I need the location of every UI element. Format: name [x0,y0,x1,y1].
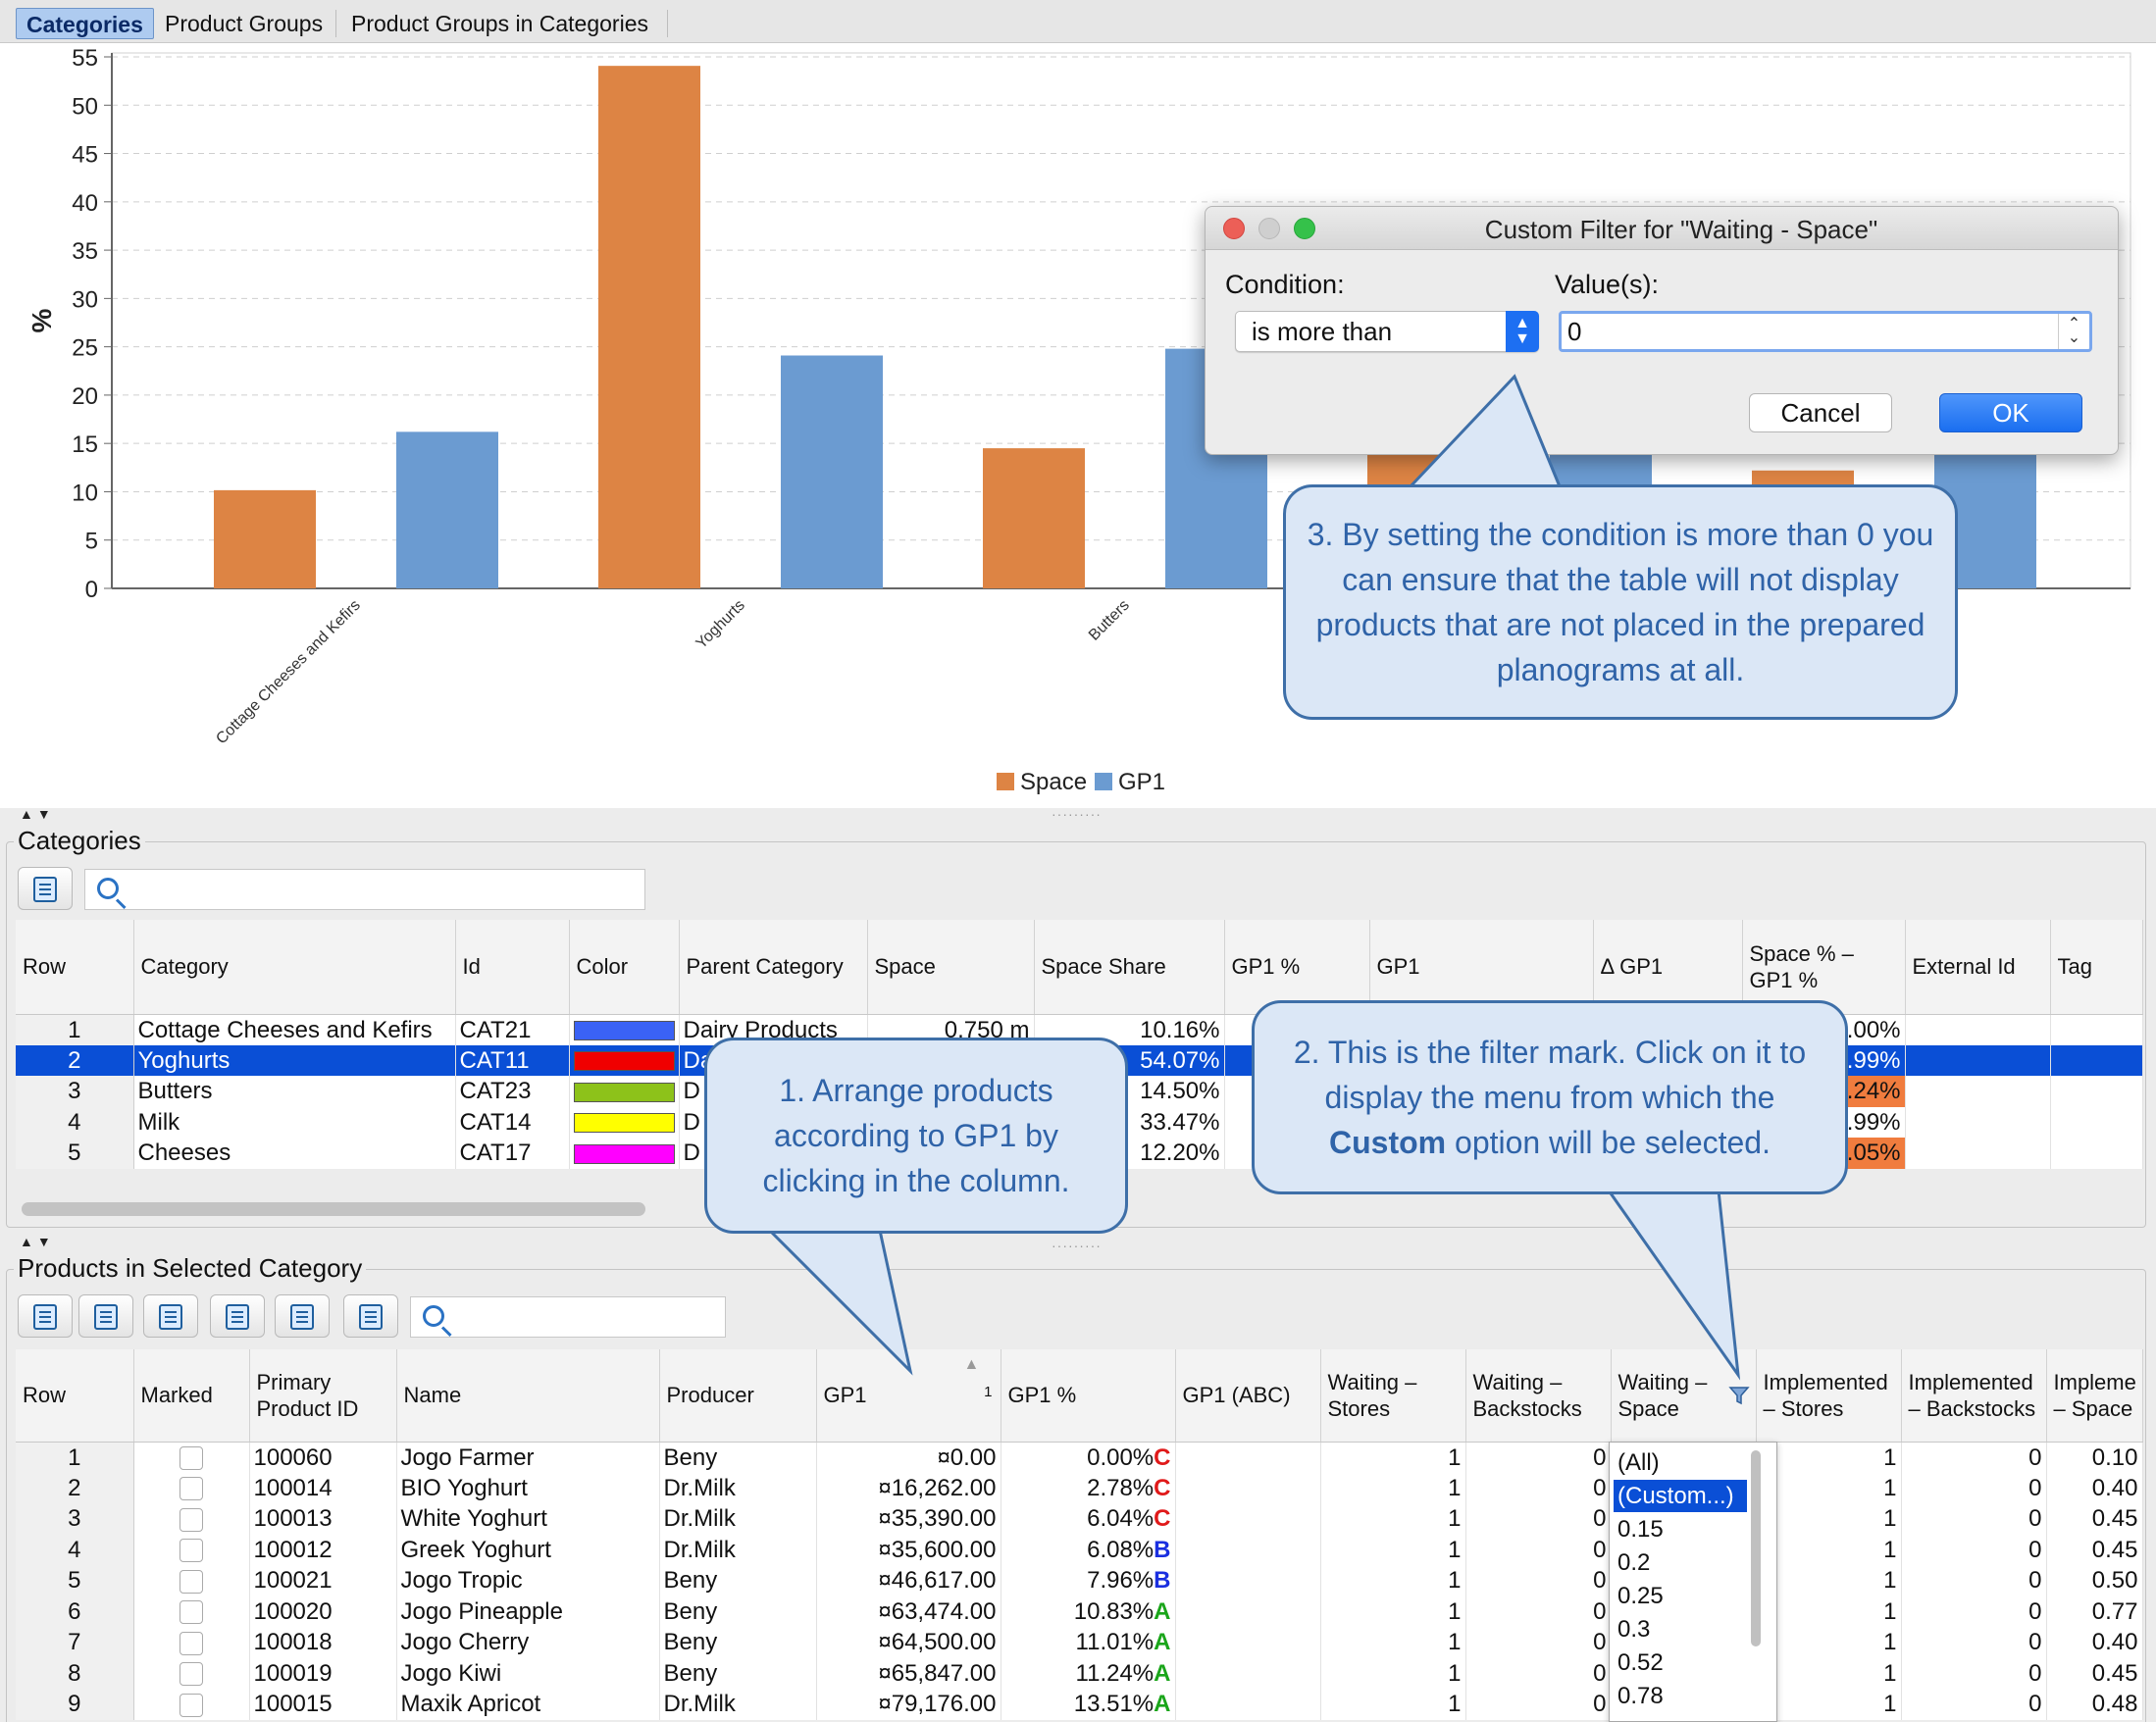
callout-two-text: 2. This is the filter mark. Click on it … [1272,1030,1827,1165]
callout-two-post: option will be selected. [1455,1125,1771,1160]
callout-two-pointer [1606,1189,1741,1381]
callout-three: 3. By setting the condition is more than… [1283,484,1958,720]
callout-one-text: 1. Arrange products according to GP1 by … [762,1073,1070,1198]
callout-one-pointer [761,1224,913,1376]
callout-three-text: 3. By setting the condition is more than… [1307,517,1934,687]
callout-two-bold: Custom [1329,1125,1447,1160]
callout-pointers [761,374,1741,1381]
callout-three-pointer [1407,374,1563,488]
callout-two: 2. This is the filter mark. Click on it … [1252,1000,1848,1194]
callout-one: 1. Arrange products according to GP1 by … [704,1038,1128,1234]
callout-two-pre: 2. This is the filter mark. Click on it … [1293,1035,1807,1115]
